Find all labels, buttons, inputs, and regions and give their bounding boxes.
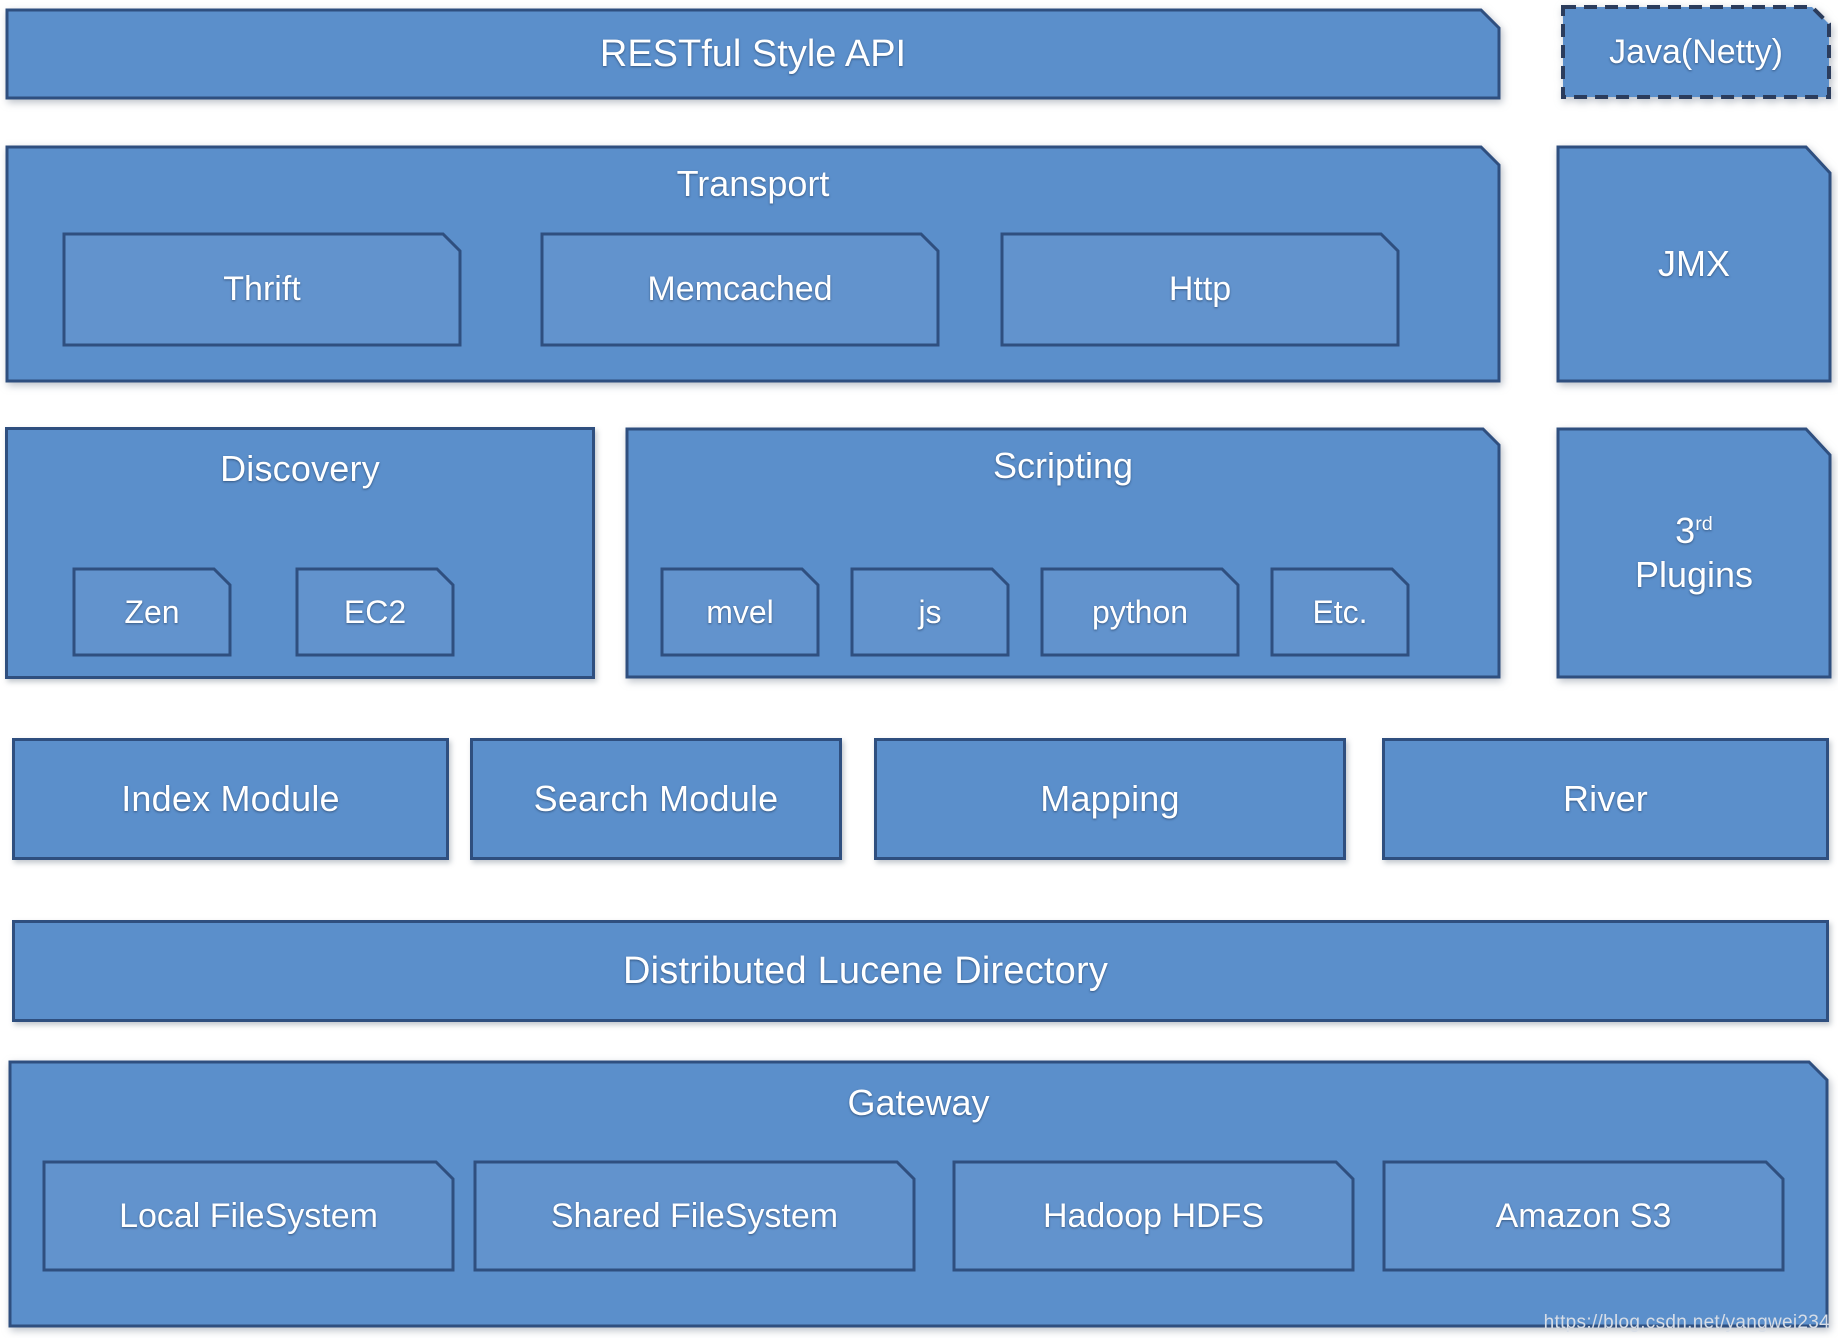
module-river-label: River xyxy=(1562,778,1648,819)
transport-child-memcached[interactable]: Memcached xyxy=(540,232,940,347)
transport-child-memcached-label: Memcached xyxy=(647,270,833,308)
scripting-child-mvel-label: mvel xyxy=(706,593,774,630)
gateway-child-amazon-s3-label: Amazon S3 xyxy=(1495,1196,1672,1235)
transport-child-thrift[interactable]: Thrift xyxy=(62,232,462,347)
third-party-plugins-label: Plugins xyxy=(1634,554,1754,595)
gateway-label: Gateway xyxy=(847,1082,990,1123)
gateway-child-hadoop-hdfs-label: Hadoop HDFS xyxy=(1042,1196,1265,1235)
third-party-plugins-ordinal: rd xyxy=(1695,513,1713,536)
restful-api-label: RESTful Style API xyxy=(599,32,907,75)
discovery-label: Discovery xyxy=(220,448,380,489)
watermark: https://blog.csdn.net/yangwei234 xyxy=(1543,1312,1830,1333)
scripting-child-python-label: python xyxy=(1091,593,1189,630)
transport-child-http-label: Http xyxy=(1168,270,1232,308)
gateway-child-local-filesystem[interactable]: Local FileSystem xyxy=(42,1160,455,1272)
transport-child-thrift-label: Thrift xyxy=(223,270,301,308)
module-mapping-label: Mapping xyxy=(1040,778,1180,819)
distributed-lucene-directory-bar[interactable]: Distributed Lucene Directory xyxy=(12,920,1829,1022)
scripting-label: Scripting xyxy=(992,445,1134,486)
gateway-child-local-filesystem-label: Local FileSystem xyxy=(119,1196,378,1235)
scripting-child-python[interactable]: python xyxy=(1040,567,1240,657)
restful-api-box[interactable]: RESTful Style API xyxy=(5,8,1501,100)
transport-child-http[interactable]: Http xyxy=(1000,232,1400,347)
discovery-child-ec2[interactable]: EC2 xyxy=(295,567,455,657)
discovery-child-ec2-label: EC2 xyxy=(343,593,407,630)
module-index[interactable]: Index Module xyxy=(12,738,449,860)
scripting-child-etc-label: Etc. xyxy=(1312,593,1368,630)
gateway-child-amazon-s3[interactable]: Amazon S3 xyxy=(1382,1160,1785,1272)
java-netty-label: Java(Netty) xyxy=(1609,32,1783,71)
jmx-label: JMX xyxy=(1658,243,1730,284)
scripting-child-mvel[interactable]: mvel xyxy=(660,567,820,657)
gateway-child-hadoop-hdfs[interactable]: Hadoop HDFS xyxy=(952,1160,1355,1272)
module-mapping[interactable]: Mapping xyxy=(874,738,1346,860)
scripting-child-etc[interactable]: Etc. xyxy=(1270,567,1410,657)
jmx-box[interactable]: JMX xyxy=(1556,145,1832,383)
module-search-label: Search Module xyxy=(533,778,779,819)
scripting-child-js-label: js xyxy=(918,593,942,630)
gateway-child-shared-filesystem[interactable]: Shared FileSystem xyxy=(473,1160,916,1272)
gateway-child-shared-filesystem-label: Shared FileSystem xyxy=(550,1196,839,1235)
scripting-child-js[interactable]: js xyxy=(850,567,1010,657)
third-party-plugins-box[interactable]: 3rd Plugins xyxy=(1556,427,1832,679)
java-netty-box[interactable]: Java(Netty) xyxy=(1560,4,1832,100)
module-index-label: Index Module xyxy=(121,778,340,819)
module-river[interactable]: River xyxy=(1382,738,1829,860)
transport-label: Transport xyxy=(676,163,830,204)
discovery-child-zen[interactable]: Zen xyxy=(72,567,232,657)
module-search[interactable]: Search Module xyxy=(470,738,842,860)
architecture-diagram: RESTful Style API Java(Netty) Transport … xyxy=(0,0,1838,1338)
discovery-child-zen-label: Zen xyxy=(124,593,180,630)
third-party-plugins-number: 3 xyxy=(1675,510,1696,552)
distributed-lucene-directory-label: Distributed Lucene Directory xyxy=(623,949,1109,992)
third-party-plugins-ordinal-line: 3rd xyxy=(1635,509,1753,553)
